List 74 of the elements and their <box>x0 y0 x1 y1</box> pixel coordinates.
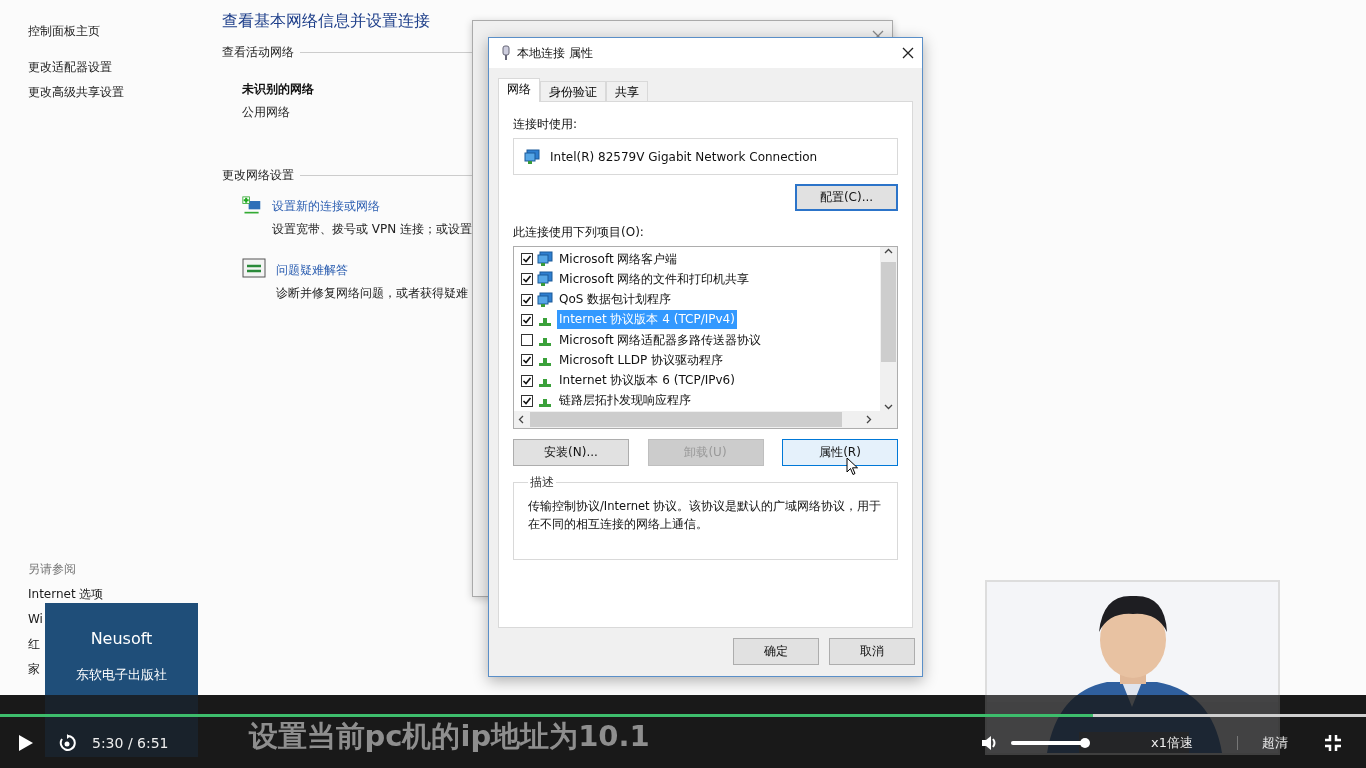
items-label: 此连接使用下列项目(O): <box>513 224 645 240</box>
checkbox[interactable] <box>521 334 533 347</box>
task-description: 诊断并修复网络问题，或者获得疑难 <box>276 285 468 302</box>
dialog-button[interactable]: 取消 <box>829 638 915 665</box>
see-also-link[interactable]: Wi <box>28 610 43 628</box>
group-title: 描述 <box>529 474 555 491</box>
monitor-icon <box>537 291 553 308</box>
see-also-link[interactable]: Internet 选项 <box>28 585 104 603</box>
troubleshoot-icon <box>242 258 266 280</box>
task-link[interactable]: 设置新的连接或网络 <box>271 198 472 215</box>
action-button[interactable]: 安装(N)... <box>513 439 629 466</box>
close-icon[interactable] <box>902 47 914 59</box>
section-heading: 查看活动网络 <box>222 44 294 61</box>
sidebar-link[interactable]: 控制面板主页 <box>28 22 100 40</box>
dialog-title: 本地连接 属性 <box>517 44 594 62</box>
scroll-left-icon[interactable] <box>517 415 526 424</box>
connect-using-label: 连接时使用: <box>513 116 579 132</box>
network-protocol-icon <box>539 378 551 387</box>
tab[interactable]: 网络 <box>498 78 540 102</box>
page-title: 查看基本网络信息并设置连接 <box>222 11 431 32</box>
checkbox[interactable] <box>521 394 533 407</box>
quality-button[interactable]: 超清 <box>1262 733 1288 752</box>
network-type: 公用网络 <box>242 104 291 121</box>
checkbox[interactable] <box>521 293 533 306</box>
network-protocol-icon <box>539 398 551 407</box>
scroll-right-icon[interactable] <box>864 415 873 424</box>
list-item[interactable]: Internet 协议版本 6 (TCP/IPv6) <box>557 371 737 391</box>
monitor-icon <box>537 271 553 288</box>
vertical-scrollbar[interactable] <box>880 247 897 411</box>
list-item[interactable]: Microsoft 网络客户端 <box>557 249 680 269</box>
adapter-field: Intel(R) 82579V Gigabit Network Connection <box>513 138 898 175</box>
monitor-icon <box>537 251 553 268</box>
sidebar-link[interactable]: 更改高级共享设置 <box>28 83 124 101</box>
action-button[interactable]: 属性(R) <box>782 439 898 466</box>
network-protocol-icon <box>539 358 551 367</box>
exit-fullscreen-icon[interactable] <box>1324 733 1342 752</box>
description-text: 传输控制协议/Internet 协议。该协议是默认的广域网络协议，用于在不同的相互连接的网络上通信。 <box>528 498 883 533</box>
checkbox[interactable] <box>521 273 533 286</box>
plug-icon <box>501 45 511 61</box>
sidebar-link[interactable]: 更改适配器设置 <box>28 58 112 76</box>
checkbox[interactable] <box>521 374 533 387</box>
monitor-icon <box>524 148 540 165</box>
speed-button[interactable]: x1倍速 <box>1151 733 1193 752</box>
dialog-button[interactable]: 确定 <box>733 638 819 665</box>
task-description: 设置宽带、拨号或 VPN 连接；或设置 <box>271 221 472 238</box>
list-item[interactable]: Microsoft 网络的文件和打印机共享 <box>557 269 752 289</box>
see-also-link[interactable]: 红 <box>28 635 40 653</box>
list-item[interactable]: Microsoft 网络适配器多路传送器协议 <box>557 330 764 350</box>
section-heading: 更改网络设置 <box>222 167 294 184</box>
checkbox[interactable] <box>521 313 533 326</box>
see-also-heading: 另请参阅 <box>28 561 76 578</box>
play-icon[interactable] <box>18 733 34 752</box>
network-protocol-icon <box>539 338 551 347</box>
tab[interactable]: 共享 <box>606 81 648 102</box>
network-protocol-icon <box>539 317 551 326</box>
list-item[interactable]: 链路层拓扑发现响应程序 <box>557 391 693 411</box>
checkbox[interactable] <box>521 253 533 266</box>
task-link[interactable]: 问题疑难解答 <box>276 262 468 279</box>
brand-name: Neusoft <box>90 629 153 648</box>
scroll-down-icon[interactable] <box>884 402 893 411</box>
checkbox[interactable] <box>521 354 533 367</box>
publisher-name: 东软电子出版社 <box>76 666 167 684</box>
scroll-up-icon[interactable] <box>884 247 893 256</box>
list-item[interactable]: QoS 数据包计划程序 <box>557 290 674 310</box>
tab[interactable]: 身份验证 <box>540 81 606 102</box>
horizontal-scrollbar[interactable] <box>514 411 897 428</box>
see-also-link[interactable]: 家 <box>28 660 40 678</box>
network-name: 未识别的网络 <box>242 81 315 98</box>
list-item[interactable]: Microsoft LLDP 协议驱动程序 <box>557 350 726 370</box>
subtitle: 设置当前pc机的ip地址为10.1 <box>248 717 650 755</box>
playback-time: 5:30 / 6:51 <box>92 734 169 751</box>
configure-button[interactable]: 配置(C)... <box>795 184 898 211</box>
replay-icon[interactable] <box>58 733 76 752</box>
cursor-icon <box>846 457 859 476</box>
